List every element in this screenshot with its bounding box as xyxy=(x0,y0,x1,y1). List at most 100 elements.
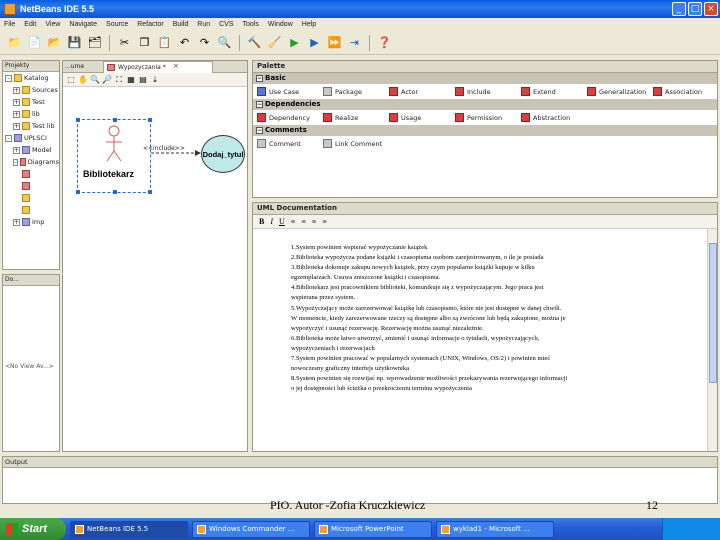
align-center-button[interactable]: ≡ xyxy=(301,217,306,226)
palette-item[interactable]: Package xyxy=(319,87,385,96)
menu-view[interactable]: View xyxy=(45,21,60,28)
resize-handle[interactable] xyxy=(148,118,152,122)
redo-icon[interactable]: ↷ xyxy=(196,34,213,51)
palette-item[interactable]: Abstraction xyxy=(517,113,583,122)
scrollbar-thumb[interactable] xyxy=(709,243,717,383)
align-right-button[interactable]: ≡ xyxy=(312,217,317,226)
zoom-in-icon[interactable]: 🔍 xyxy=(90,75,100,85)
resize-handle[interactable] xyxy=(76,190,80,194)
start-button[interactable]: Start xyxy=(0,518,66,540)
menu-file[interactable]: File xyxy=(4,21,15,28)
expand-toggle-icon[interactable]: + xyxy=(13,122,20,130)
cut-icon[interactable]: ✂ xyxy=(116,34,133,51)
open-project-icon[interactable]: 📂 xyxy=(46,34,63,51)
expand-toggle-icon[interactable]: - xyxy=(5,134,12,142)
build-icon[interactable]: 🔨 xyxy=(246,34,263,51)
usecase-label[interactable]: Dodaj_tytul xyxy=(200,150,246,159)
tab-close-icon[interactable]: × xyxy=(173,61,179,72)
menu-tools[interactable]: Tools xyxy=(243,21,259,28)
step-icon[interactable]: ⇥ xyxy=(346,34,363,51)
italic-button[interactable]: I xyxy=(270,217,273,226)
tree-node[interactable]: + Test xyxy=(3,96,59,108)
run-icon[interactable]: ▶ xyxy=(286,34,303,51)
maximize-button[interactable]: □ xyxy=(688,2,702,16)
new-file-icon[interactable]: 📄 xyxy=(26,34,43,51)
palette-category[interactable]: − Dependencies xyxy=(253,99,717,110)
resize-handle[interactable] xyxy=(113,118,117,122)
tree-node[interactable]: + Model xyxy=(3,144,59,156)
minimize-button[interactable]: _ xyxy=(672,2,686,16)
tree-node[interactable]: - UPLSCI xyxy=(3,132,59,144)
taskbar-item-commander[interactable]: Windows Commander ... xyxy=(192,520,310,538)
palette-item[interactable]: Include xyxy=(451,87,517,96)
palette-item[interactable]: Dependency xyxy=(253,113,319,122)
taskbar-item-powerpoint[interactable]: Microsoft PowerPoint xyxy=(314,520,432,538)
menu-run[interactable]: Run xyxy=(197,21,210,28)
documentation-text[interactable]: 1.System powinien wspierać wypożyczanie … xyxy=(291,243,701,394)
expand-toggle-icon[interactable]: + xyxy=(13,110,20,118)
palette-item[interactable]: Comment xyxy=(253,139,319,148)
tree-node[interactable]: + Imp xyxy=(3,216,59,228)
navigator-panel-header[interactable]: Do... xyxy=(3,275,59,286)
clean-build-icon[interactable]: 🧹 xyxy=(266,34,283,51)
align-left-button[interactable]: ≡ xyxy=(291,217,296,226)
bold-button[interactable]: B xyxy=(259,217,264,226)
justify-button[interactable]: ≡ xyxy=(322,217,327,226)
documentation-scrollbar[interactable] xyxy=(707,229,717,451)
profile-icon[interactable]: ⏩ xyxy=(326,34,343,51)
menu-cvs[interactable]: CVS xyxy=(219,21,233,28)
tree-node[interactable] xyxy=(3,192,59,204)
save-icon[interactable]: 💾 xyxy=(66,34,83,51)
actor-label[interactable]: Bibliotekarz xyxy=(83,169,134,179)
resize-handle[interactable] xyxy=(76,118,80,122)
menu-navigate[interactable]: Navigate xyxy=(69,21,97,28)
tree-node[interactable]: + Test lib xyxy=(3,120,59,132)
output-panel-header[interactable]: Output xyxy=(3,457,717,468)
palette-item[interactable]: Realize xyxy=(319,113,385,122)
layout-icon[interactable]: ▦ xyxy=(126,75,136,85)
tree-node[interactable]: + lib xyxy=(3,108,59,120)
menu-edit[interactable]: Edit xyxy=(24,21,36,28)
pan-icon[interactable]: ✋ xyxy=(78,75,88,85)
projects-panel-header[interactable]: Projekty xyxy=(3,61,59,72)
close-button[interactable]: × xyxy=(704,2,718,16)
resize-handle[interactable] xyxy=(148,190,152,194)
palette-item[interactable]: Usage xyxy=(385,113,451,122)
find-icon[interactable]: 🔍 xyxy=(216,34,233,51)
palette-item[interactable]: Use Case xyxy=(253,87,319,96)
expand-toggle-icon[interactable]: - xyxy=(5,74,12,82)
tree-node[interactable]: - Diagrams xyxy=(3,156,59,168)
help-icon[interactable]: ❓ xyxy=(376,34,393,51)
palette-item[interactable]: Extend xyxy=(517,87,583,96)
debug-icon[interactable]: ▶ xyxy=(306,34,323,51)
select-icon[interactable]: ⬚ xyxy=(66,75,76,85)
save-all-icon[interactable]: 🗂 xyxy=(86,34,103,51)
palette-item[interactable]: Permission xyxy=(451,113,517,122)
resize-handle[interactable] xyxy=(113,190,117,194)
expand-toggle-icon[interactable]: + xyxy=(13,218,20,226)
tree-node[interactable]: - Katalog xyxy=(3,72,59,84)
palette-item[interactable]: Actor xyxy=(385,87,451,96)
expand-toggle-icon[interactable]: + xyxy=(13,146,20,154)
tree-node[interactable] xyxy=(3,180,59,192)
new-project-icon[interactable]: 📁 xyxy=(6,34,23,51)
expand-toggle-icon[interactable]: + xyxy=(13,86,20,94)
palette-header[interactable]: Palette xyxy=(253,61,717,73)
export-icon[interactable]: ⤓ xyxy=(150,75,160,85)
copy-icon[interactable]: ❐ xyxy=(136,34,153,51)
palette-item[interactable]: Association xyxy=(649,87,715,96)
collapse-icon[interactable]: − xyxy=(256,75,263,82)
editor-tab-previous[interactable]: ...ume xyxy=(65,61,84,72)
uml-documentation-header[interactable]: UML Documentation xyxy=(253,203,717,215)
tree-node[interactable]: + Sources xyxy=(3,84,59,96)
expand-toggle-icon[interactable]: - xyxy=(13,158,19,166)
menu-help[interactable]: Help xyxy=(302,21,316,28)
expand-toggle-icon[interactable]: + xyxy=(13,98,20,106)
palette-category[interactable]: − Comments xyxy=(253,125,717,136)
tree-node[interactable] xyxy=(3,204,59,216)
taskbar-item-word[interactable]: wyklad1 - Microsoft ... xyxy=(436,520,554,538)
menu-refactor[interactable]: Refactor xyxy=(137,21,163,28)
tree-node[interactable] xyxy=(3,168,59,180)
fit-icon[interactable]: ⛶ xyxy=(114,75,124,85)
menu-build[interactable]: Build xyxy=(173,21,189,28)
